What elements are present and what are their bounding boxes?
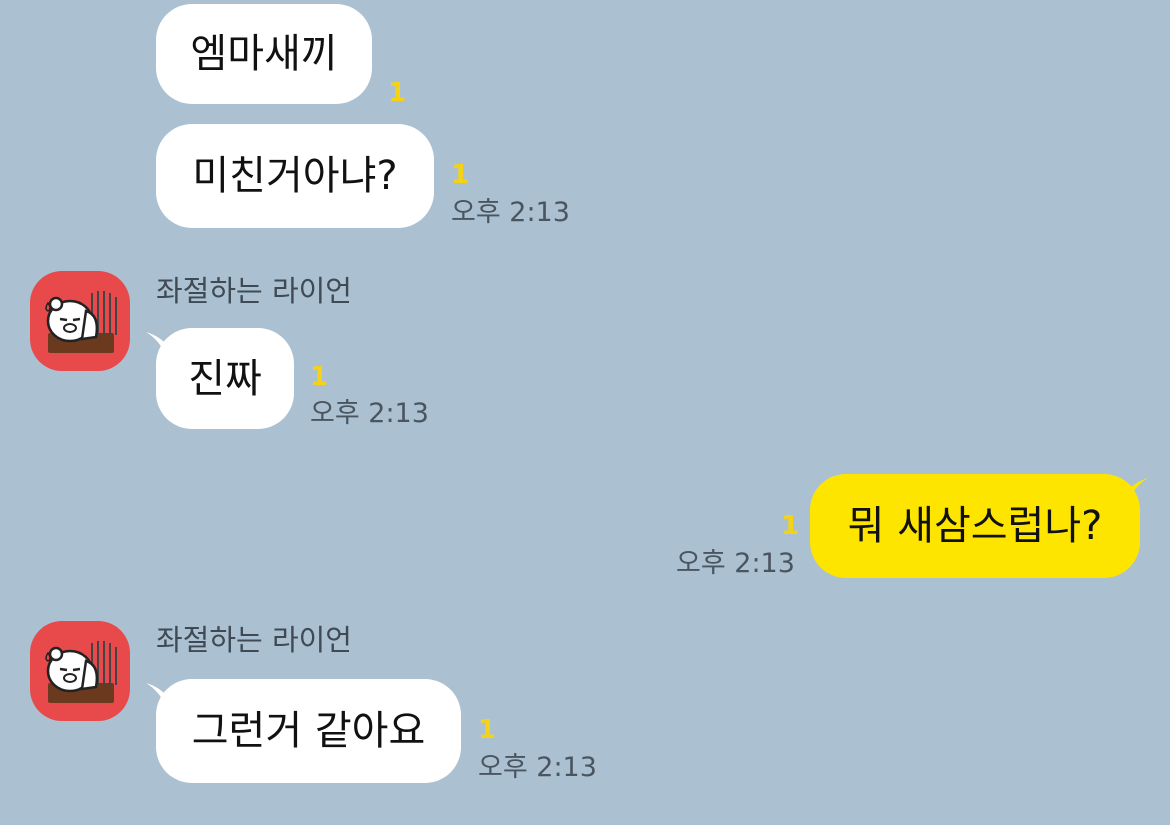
message-bubble[interactable]: 엠마새끼 bbox=[156, 4, 372, 104]
unread-count: 1 bbox=[388, 78, 407, 108]
message-timestamp: 오후 2:13 bbox=[451, 197, 570, 228]
message-text: 그런거 같아요 bbox=[191, 708, 426, 754]
sender-avatar[interactable] bbox=[30, 271, 130, 371]
unread-count: 1 bbox=[451, 160, 470, 190]
message-bubble[interactable]: 그런거 같아요 bbox=[156, 679, 461, 783]
message-text: 미친거아냐? bbox=[192, 153, 398, 199]
message-bubble[interactable]: 진짜 bbox=[156, 328, 294, 429]
message-bubble[interactable]: 미친거아냐? bbox=[156, 124, 434, 228]
sender-name: 좌절하는 라이언 bbox=[156, 274, 352, 308]
chat-room: 엠마새끼 1 미친거아냐? 1 오후 2:13 좌절하는 라이언 진짜 1 오후… bbox=[0, 0, 1170, 825]
unread-count: 1 bbox=[310, 362, 329, 392]
sender-name: 좌절하는 라이언 bbox=[156, 623, 352, 657]
bubble-tail bbox=[1124, 478, 1148, 508]
sender-avatar[interactable] bbox=[30, 621, 130, 721]
unread-count: 1 bbox=[478, 715, 497, 745]
frustrated-lion-avatar-icon bbox=[30, 621, 130, 721]
message-text: 엠마새끼 bbox=[190, 31, 338, 77]
frustrated-lion-avatar-icon bbox=[30, 271, 130, 371]
message-bubble[interactable]: 뭐 새삼스럽나? bbox=[810, 474, 1140, 578]
message-text: 진짜 bbox=[188, 355, 262, 402]
message-text: 뭐 새삼스럽나? bbox=[847, 503, 1103, 549]
message-timestamp: 오후 2:13 bbox=[676, 548, 795, 579]
message-timestamp: 오후 2:13 bbox=[478, 752, 597, 783]
unread-count: 1 bbox=[781, 511, 800, 541]
message-timestamp: 오후 2:13 bbox=[310, 398, 429, 429]
